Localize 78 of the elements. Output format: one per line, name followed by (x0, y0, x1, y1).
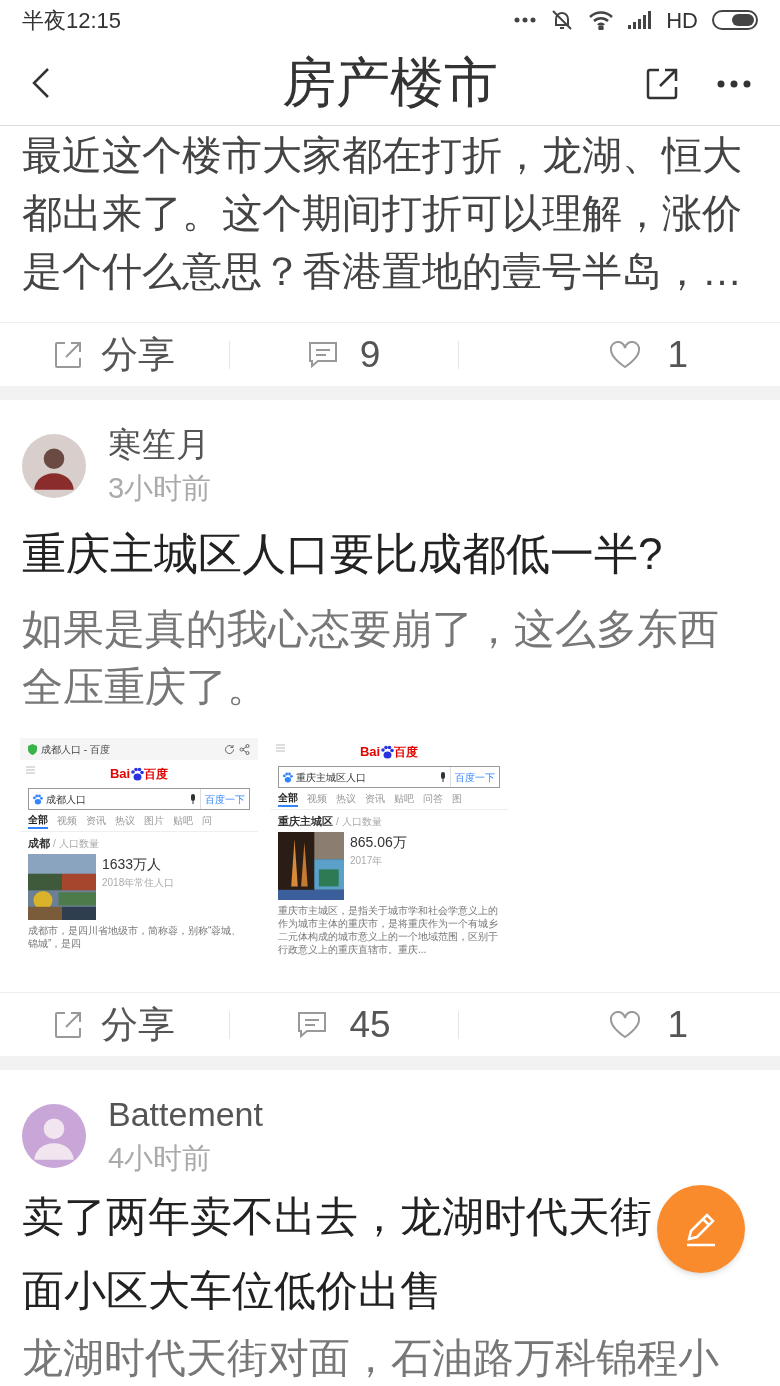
result-value: 1633万人 (102, 855, 163, 874)
post-title: 卖了两年卖不出去，龙湖时代天街 (22, 1192, 652, 1242)
comment-icon (307, 340, 338, 369)
logo-text: 百度 (144, 766, 169, 783)
entity-name: 成都 (28, 835, 50, 851)
post-time: 3小时前 (108, 471, 212, 506)
result-description: 成都市，是四川省地级市，简称蓉，别称“蓉城、锦城”，是四 (27, 924, 243, 950)
browser-page-title: 成都人口 - 百度 (41, 742, 110, 757)
result-tab-label: 图 (452, 792, 462, 806)
result-value: 865.06万 (350, 833, 407, 852)
comment-button[interactable]: 9 (229, 323, 459, 386)
result-tab-label: 图片 (144, 814, 164, 828)
result-description: 重庆市主城区，是指关于城市学和社会学意义上的作为城市主体的重庆市，是将重庆作为一个有城乡二元体构成的城市意义上的一个地域范围，区别于行政意义上的重庆直辖市。重庆... (277, 904, 499, 956)
result-tab-label: 贴吧 (394, 792, 414, 806)
result-tab-label: 热议 (115, 814, 135, 828)
post-time: 4小时前 (108, 1141, 213, 1176)
paw-icon (130, 767, 145, 781)
search-query: 成都人口 (46, 792, 87, 807)
logo-text: 百度 (394, 744, 419, 761)
more-dots-icon (514, 17, 537, 23)
like-button[interactable]: 1 (459, 993, 780, 1056)
field-name: / 人口数量 (53, 836, 99, 851)
share-out-button[interactable] (644, 66, 680, 102)
result-note: 2018年常住人口 (102, 876, 175, 890)
network-label: HD (666, 6, 698, 35)
result-tab-label: 视频 (307, 792, 327, 806)
more-icon (717, 80, 751, 88)
paw-icon (380, 745, 395, 759)
result-tab-label: 全部 (28, 812, 48, 829)
status-time: 半夜12:15 (22, 6, 122, 35)
page-title: 房产楼市 (282, 51, 498, 114)
comment-button[interactable]: 45 (229, 993, 459, 1056)
wifi-icon (588, 10, 615, 30)
signal-icon (628, 11, 653, 29)
search-submit: 百度一下 (200, 789, 249, 809)
logo-text: Bai (359, 743, 381, 762)
result-tab-label: 视频 (57, 814, 77, 828)
result-tab-label: 问 (202, 814, 212, 828)
author-name: Battement (108, 1094, 263, 1135)
menu-icon (276, 744, 285, 752)
post-body: 如果是真的我心态要崩了，这么多东西全压重庆了。 (21, 605, 720, 712)
result-tab-label: 问答 (423, 792, 443, 806)
post-title: 面小区大车位低价出售 (22, 1266, 442, 1316)
comment-icon (297, 1010, 328, 1039)
logo-text: Bai (109, 765, 131, 784)
battery-icon (712, 10, 758, 30)
avatar-icon (22, 1104, 86, 1168)
search-submit: 百度一下 (450, 767, 499, 787)
result-tab-label: 资讯 (365, 792, 385, 806)
menu-icon (26, 766, 35, 774)
result-tab-label: 资讯 (86, 814, 106, 828)
share-icon (53, 1009, 84, 1040)
paw-icon (32, 793, 43, 805)
like-button[interactable]: 1 (459, 323, 780, 386)
result-tab-label: 贴吧 (173, 814, 193, 828)
heart-icon (609, 1010, 642, 1039)
result-tab-label: 热议 (336, 792, 356, 806)
field-name: / 人口数量 (336, 814, 382, 829)
avatar-icon (22, 434, 86, 498)
post-body: 龙湖时代天街对面，石油路万科锦程小 (21, 1334, 720, 1383)
paw-icon (282, 771, 293, 783)
result-note: 2017年 (350, 854, 384, 868)
post-excerpt: 最近这个楼市大家都在打折，龙湖、恒大都出来了。这个期间打折可以理解，涨价是个什么意思？香港置地的壹号半岛，… (21, 132, 743, 295)
shield-icon (28, 743, 37, 755)
share-icon (239, 743, 250, 755)
microphone-icon (440, 772, 446, 782)
result-tab-label: 全部 (278, 790, 298, 807)
share-icon (645, 67, 679, 101)
search-query: 重庆主城区人口 (296, 770, 367, 785)
microphone-icon (190, 794, 196, 804)
share-button[interactable]: 分享 (0, 323, 229, 386)
author-name: 寒笙月 (108, 424, 211, 465)
entity-name: 重庆主城区 (278, 813, 333, 829)
share-button[interactable]: 分享 (0, 993, 229, 1056)
refresh-icon (224, 743, 235, 755)
heart-icon (609, 340, 642, 369)
share-icon (53, 339, 84, 370)
post-title: 重庆主城区人口要比成都低一半? (22, 528, 663, 580)
